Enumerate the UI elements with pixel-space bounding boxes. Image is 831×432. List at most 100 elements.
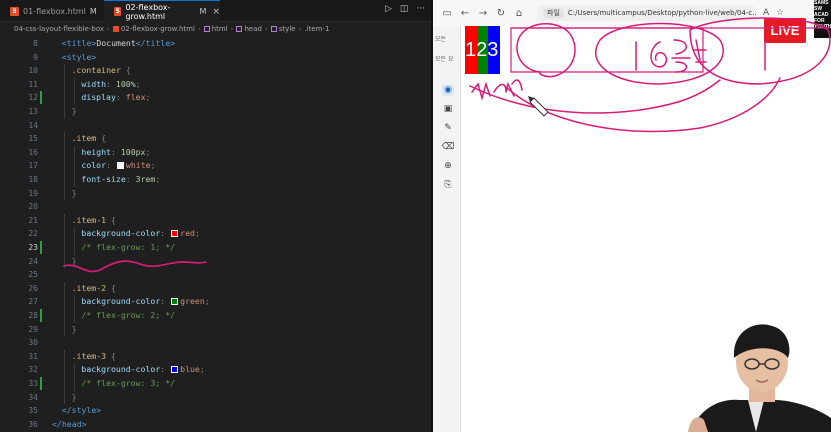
- tab-01-flexbox[interactable]: 5 01-flexbox.html M: [0, 0, 102, 22]
- indent-guide: [73, 241, 75, 255]
- breadcrumb-selector[interactable]: .item-1: [304, 25, 329, 33]
- code-line[interactable]: .item-2 {: [72, 282, 116, 296]
- line-number: 12: [28, 93, 38, 103]
- indent-guide: [73, 91, 75, 105]
- breadcrumb-html[interactable]: html: [212, 25, 228, 33]
- code-line[interactable]: <style>: [62, 51, 97, 65]
- forward-icon[interactable]: →: [475, 5, 491, 21]
- html5-icon: [112, 25, 119, 32]
- element-icon: [236, 25, 243, 32]
- code-line[interactable]: background-color: red;: [81, 227, 199, 241]
- line-number: 32: [28, 365, 38, 375]
- modified-indicator: M: [89, 6, 97, 16]
- close-tab-icon[interactable]: ×: [212, 7, 220, 17]
- line-number-gutter: 8 9 10 11 12 13 14 15 16 17 18 19 20 21 22 23 24 25 26 27 28…: [0, 35, 44, 432]
- code-line[interactable]: /* flex-grow: 3; */: [81, 377, 175, 391]
- text-tool-icon[interactable]: ▣: [442, 103, 454, 115]
- code-line[interactable]: }: [72, 255, 77, 269]
- code-line[interactable]: .item-3 {: [72, 350, 116, 364]
- code-line[interactable]: <title>Document</title>: [62, 37, 175, 51]
- home-icon[interactable]: ⌂: [511, 5, 527, 21]
- indent-guide: [63, 349, 65, 364]
- line-number: 25: [28, 270, 38, 280]
- indent-guide: [63, 77, 65, 92]
- code-line[interactable]: display: flex;: [81, 91, 150, 105]
- code-line[interactable]: font-size: 3rem;: [81, 173, 160, 187]
- file-scheme-chip[interactable]: 파일: [543, 8, 564, 18]
- pen-tool-icon[interactable]: ✎: [442, 122, 454, 134]
- refresh-icon[interactable]: ↻: [493, 5, 509, 21]
- breadcrumb-head[interactable]: head: [244, 25, 261, 33]
- indent-guide: [73, 377, 75, 391]
- indent-guide: [73, 227, 75, 241]
- indent-guide: [73, 309, 75, 323]
- side-label: 모든 요: [435, 56, 454, 63]
- indent-guide: [63, 281, 65, 296]
- indent-guide: [63, 91, 65, 105]
- line-number: 21: [28, 215, 38, 225]
- indent-guide: [73, 295, 75, 309]
- line-number: 31: [28, 351, 38, 361]
- run-icon[interactable]: ▷: [385, 4, 392, 14]
- breadcrumb-style[interactable]: style: [279, 25, 296, 33]
- line-number: 9: [33, 52, 38, 62]
- address-bar[interactable]: 파일 C:/Users/multicampus/Desktop/python-l…: [537, 5, 757, 21]
- indent-guide: [63, 377, 65, 391]
- indent-guide: [63, 363, 65, 377]
- more-actions-icon[interactable]: ···: [416, 4, 425, 14]
- element-icon: [270, 25, 277, 32]
- line-number: 26: [28, 283, 38, 293]
- line-number: 19: [28, 188, 38, 198]
- code-line[interactable]: background-color: green;: [81, 295, 209, 309]
- code-line[interactable]: }: [72, 105, 77, 119]
- code-editor: 5 01-flexbox.html M 5 02-flexbox-grow.ht…: [0, 0, 431, 432]
- git-modified-marker: [40, 91, 42, 105]
- line-number: 27: [28, 297, 38, 307]
- zoom-tool-icon[interactable]: ⊕: [442, 160, 454, 172]
- code-line[interactable]: /* flex-grow: 2; */: [81, 309, 175, 323]
- indent-guide: [63, 390, 65, 405]
- indent-guide: [73, 173, 75, 187]
- share-tool-icon[interactable]: ⎘: [442, 179, 454, 191]
- code-line[interactable]: background-color: blue;: [81, 363, 204, 377]
- presenter-webcam: [688, 324, 831, 432]
- code-line[interactable]: /* flex-grow: 1; */: [81, 241, 175, 255]
- code-line[interactable]: .item {: [72, 132, 107, 146]
- code-line[interactable]: }: [72, 323, 77, 337]
- favorite-star-icon[interactable]: ☆: [776, 8, 784, 18]
- select-tool-icon[interactable]: ◉: [442, 84, 454, 96]
- code-line[interactable]: </head>: [52, 418, 87, 432]
- read-aloud-icon[interactable]: A: [763, 8, 769, 18]
- side-label: 모든: [435, 36, 447, 43]
- tab-02-flexbox-grow[interactable]: 5 02-flexbox-grow.html M ×: [104, 0, 220, 22]
- drawing-tools-panel: 모든 모든 요 ◉ ▣ ✎ ⌫ ⊕ ⎘: [433, 26, 461, 432]
- line-number: 18: [28, 175, 38, 184]
- indent-guide: [73, 363, 75, 377]
- url-text: C:/Users/multicampus/Desktop/python-live…: [567, 9, 757, 17]
- code-line[interactable]: .container {: [72, 64, 131, 78]
- code-line[interactable]: .item-1 {: [72, 214, 116, 228]
- code-line[interactable]: color: white;: [81, 159, 155, 173]
- sidebar-toggle-icon[interactable]: ▭: [439, 5, 455, 21]
- indent-guide: [63, 322, 65, 337]
- code-line[interactable]: width: 100%;: [81, 78, 140, 92]
- indent-guide: [63, 105, 65, 119]
- eraser-tool-icon[interactable]: ⌫: [442, 141, 455, 153]
- element-icon: [203, 25, 210, 32]
- code-line[interactable]: }: [72, 187, 77, 201]
- indent-guide: [63, 309, 65, 323]
- code-line[interactable]: }: [72, 391, 77, 405]
- code-area[interactable]: <title>Document</title> <style> .container…: [52, 35, 427, 432]
- back-icon[interactable]: ←: [457, 5, 473, 21]
- code-line[interactable]: height: 100px;: [81, 146, 150, 160]
- line-number: 10: [28, 66, 38, 76]
- code-line[interactable]: </style>: [62, 404, 101, 418]
- indent-guide: [73, 145, 75, 160]
- breadcrumb-folder[interactable]: 04-css-layout-flexible-box: [14, 25, 104, 33]
- tab-label: 01-flexbox.html: [23, 6, 86, 16]
- line-number: 16: [28, 147, 38, 157]
- split-editor-icon[interactable]: ◫: [400, 4, 409, 14]
- indent-guide: [63, 64, 65, 78]
- breadcrumb-file[interactable]: 02-flexbox-grow.html: [121, 25, 195, 33]
- html5-icon: 5: [10, 6, 19, 16]
